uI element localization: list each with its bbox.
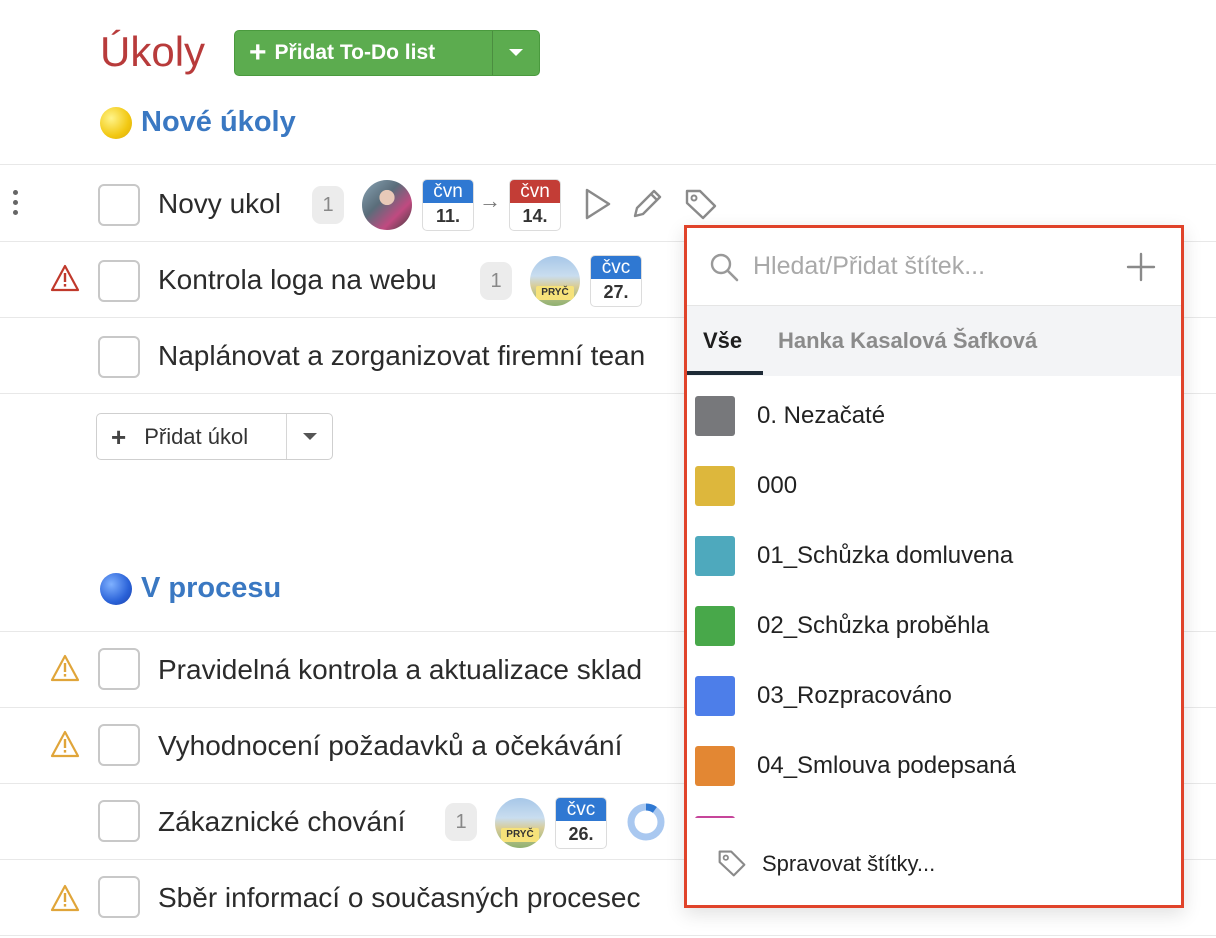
tag-item[interactable]: 03_Rozpracováno [687, 658, 1181, 728]
kebab-icon[interactable] [12, 190, 20, 220]
warning-icon [50, 884, 80, 912]
task-checkbox[interactable] [98, 648, 140, 690]
date-day: 11. [435, 206, 461, 226]
divider [0, 935, 1216, 936]
warning-icon [50, 264, 80, 292]
tag-label: 03_Rozpracováno [757, 682, 952, 709]
tag-item[interactable]: 0. Nezačaté [687, 378, 1181, 448]
tag-item[interactable]: 000 [687, 448, 1181, 518]
date-day: 27. [603, 282, 629, 302]
away-badge: PRYČ [536, 286, 574, 300]
chevron-down-icon [302, 432, 317, 440]
plus-icon: + [111, 421, 127, 452]
tag-item[interactable]: 04_Smlouva podepsaná [687, 728, 1181, 798]
task-title[interactable]: Novy ukol [158, 188, 281, 220]
plus-icon: + [249, 36, 267, 69]
start-date-badge[interactable]: čvn 11. [423, 180, 473, 230]
tag-label: 02_Schůzka proběhla [757, 612, 990, 639]
active-tab-underline [687, 371, 763, 375]
date-month: čvn [510, 180, 560, 203]
yellow-dot-icon [100, 106, 132, 139]
chevron-down-icon [509, 49, 523, 56]
section-header-new[interactable]: Nové úkoly [100, 106, 296, 139]
avatar[interactable]: PRYČ [530, 256, 580, 306]
add-todo-list-label: Přidat To-Do list [274, 41, 436, 64]
comment-count[interactable]: 1 [480, 262, 512, 300]
task-checkbox[interactable] [98, 336, 140, 378]
comment-count[interactable]: 1 [312, 186, 344, 224]
arrow-right-icon: → [479, 188, 501, 213]
search-icon [710, 253, 739, 282]
avatar[interactable]: PRYČ [495, 798, 545, 848]
add-task-dropdown-toggle[interactable] [287, 414, 332, 459]
tag-label: 0. Nezačaté [757, 402, 886, 429]
tag-color-swatch [695, 466, 735, 506]
add-todo-list-button[interactable]: + Přidat To-Do list [234, 30, 540, 76]
task-title[interactable]: Pravidelná kontrola a aktualizace sklad [158, 654, 642, 686]
tag-picker-popup: Hledat/Přidat štítek... Vše Hanka Kasalo… [684, 225, 1184, 908]
divider [0, 164, 1216, 165]
due-date-badge[interactable]: čvc 26. [556, 798, 606, 848]
tag-color-swatch [695, 396, 735, 436]
manage-tags-link[interactable]: Spravovat štítky... [687, 818, 1181, 905]
due-date-badge[interactable]: čvc 27. [591, 256, 641, 306]
pencil-icon[interactable] [630, 187, 664, 221]
tag-color-swatch [695, 606, 735, 646]
section-title: V procesu [141, 572, 282, 604]
task-checkbox[interactable] [98, 260, 140, 302]
tag-search-input[interactable]: Hledat/Přidat štítek... [753, 252, 985, 281]
section-header-in-progress[interactable]: V procesu [100, 572, 281, 605]
add-list-dropdown-toggle[interactable] [493, 31, 539, 75]
tag-color-swatch [695, 536, 735, 576]
warning-icon [50, 730, 80, 758]
tag-icon [718, 850, 746, 877]
tag-color-swatch [695, 676, 735, 716]
tag-search-bar: Hledat/Přidat štítek... [687, 228, 1181, 306]
task-title[interactable]: Naplánovat a zorganizovat firemní tean [158, 340, 645, 372]
tag-color-swatch [695, 746, 735, 786]
tag-item[interactable]: 01_Schůzka domluvena [687, 518, 1181, 588]
tag-label: 04_Smlouva podepsaná [757, 752, 1016, 779]
manage-tags-label: Spravovat štítky... [762, 851, 936, 876]
task-checkbox[interactable] [98, 724, 140, 766]
add-task-label: Přidat úkol [144, 423, 249, 449]
away-badge: PRYČ [501, 828, 539, 842]
tab-user[interactable]: Hanka Kasalová Šafková [778, 328, 1037, 354]
task-checkbox[interactable] [98, 876, 140, 918]
tag-item[interactable] [687, 798, 1181, 818]
tag-list: 0. Nezačaté 000 01_Schůzka domluvena 02_… [687, 378, 1181, 818]
date-day: 14. [522, 206, 548, 226]
task-title[interactable]: Sběr informací o současných procesec [158, 882, 640, 914]
tab-all[interactable]: Vše [703, 328, 742, 354]
task-title[interactable]: Zákaznické chování [158, 806, 405, 838]
date-day: 26. [568, 824, 594, 844]
play-icon[interactable] [580, 187, 614, 221]
task-checkbox[interactable] [98, 800, 140, 842]
progress-ring [627, 803, 665, 841]
date-month: čvn [423, 180, 473, 203]
plus-icon[interactable] [1125, 251, 1157, 283]
task-checkbox[interactable] [98, 184, 140, 226]
task-title[interactable]: Kontrola loga na webu [158, 264, 437, 296]
date-month: čvc [556, 798, 606, 821]
avatar[interactable] [362, 180, 412, 230]
tag-icon[interactable] [684, 187, 718, 221]
due-date-badge[interactable]: čvn 14. [510, 180, 560, 230]
tag-tabs: Vše Hanka Kasalová Šafková [687, 306, 1181, 376]
tag-label: 000 [757, 472, 798, 499]
add-task-button[interactable]: + Přidat úkol [96, 413, 333, 460]
section-title: Nové úkoly [141, 106, 296, 138]
comment-count[interactable]: 1 [445, 803, 477, 841]
task-title[interactable]: Vyhodnocení požadavků a očekávání [158, 730, 622, 762]
date-month: čvc [591, 256, 641, 279]
tag-item[interactable]: 02_Schůzka proběhla [687, 588, 1181, 658]
tag-label: 01_Schůzka domluvena [757, 542, 1014, 569]
blue-dot-icon [100, 572, 132, 605]
page-title: Úkoly [100, 28, 206, 75]
warning-icon [50, 654, 80, 682]
